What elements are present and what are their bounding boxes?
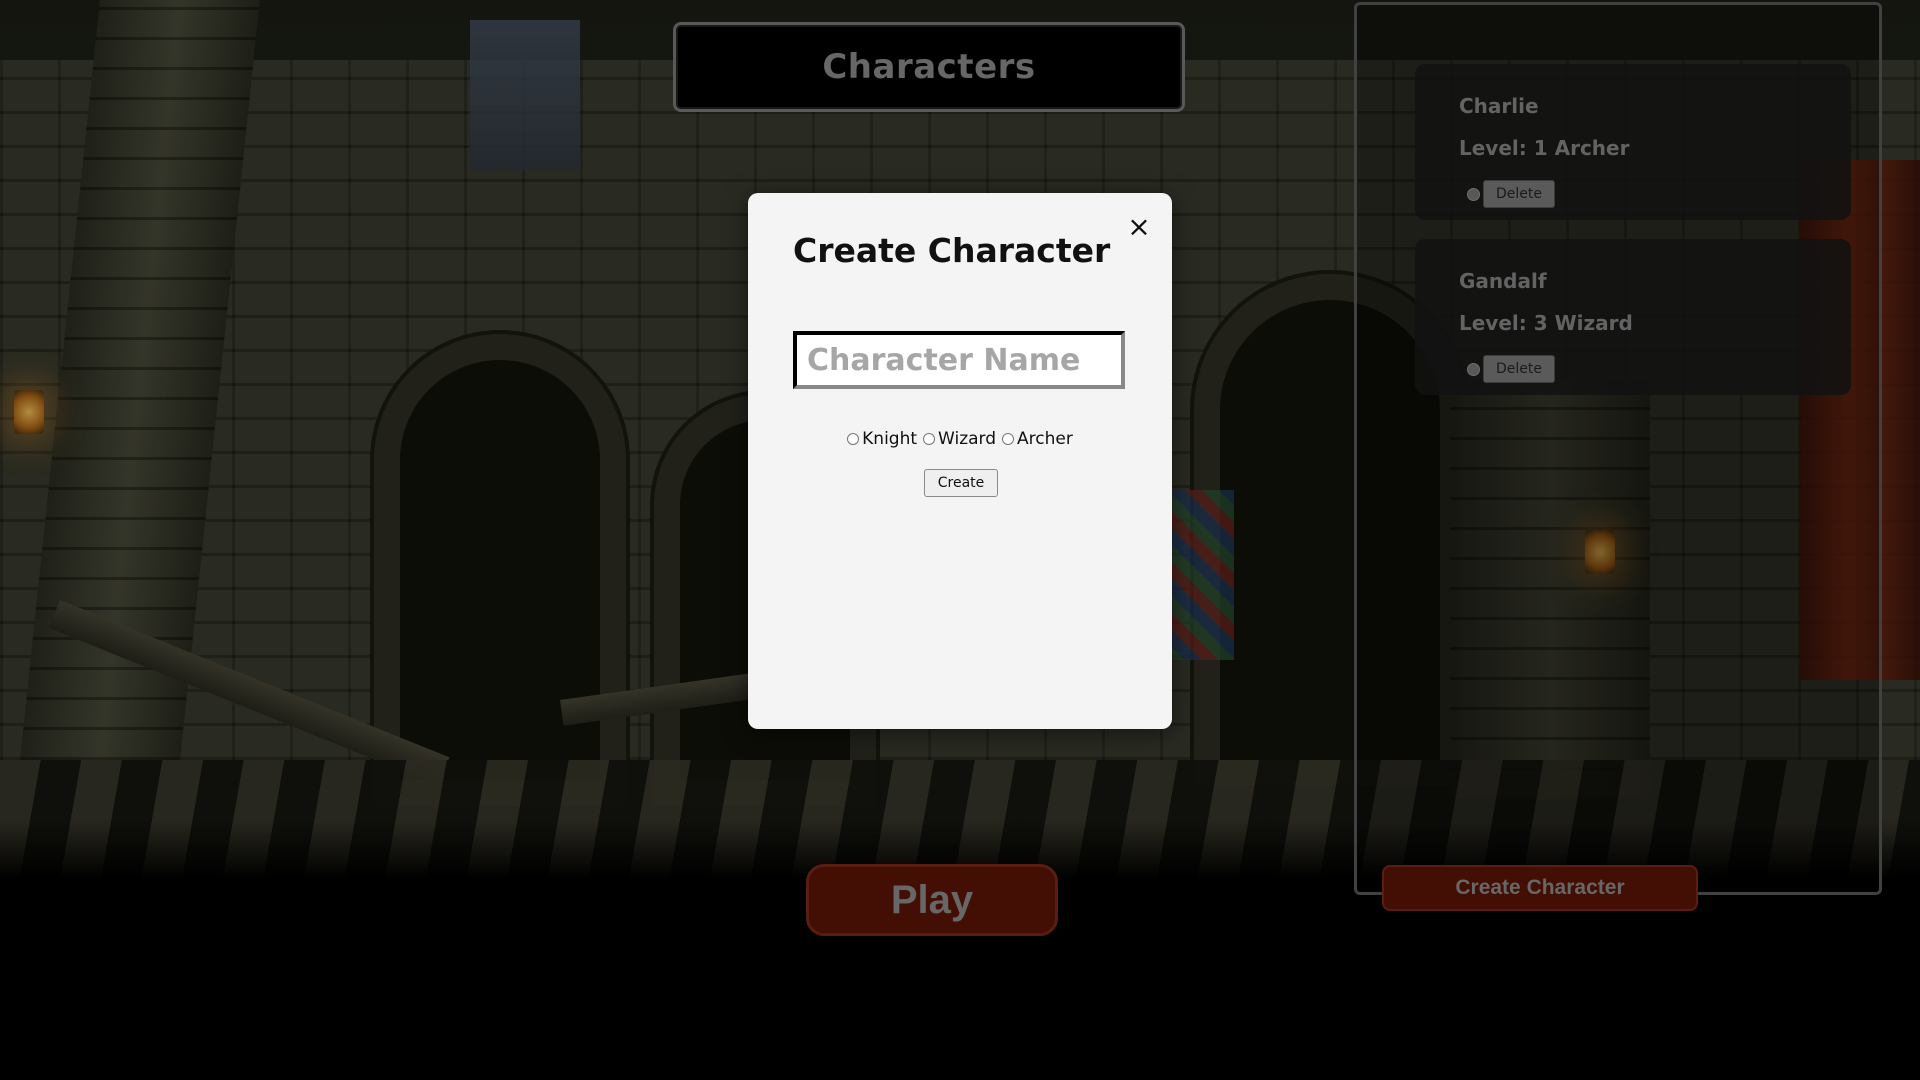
class-option-knight[interactable]: Knight (847, 429, 917, 449)
class-radio-group: Knight Wizard Archer (748, 429, 1172, 449)
modal-title: Create Character (793, 231, 1111, 270)
radio-button[interactable] (1002, 433, 1015, 445)
create-character-modal: Create Character × Knight Wizard Archer … (748, 193, 1172, 729)
create-button[interactable]: Create (924, 469, 998, 497)
radio-button[interactable] (847, 433, 860, 445)
close-icon[interactable]: × (1125, 213, 1153, 241)
class-option-label: Wizard (938, 429, 997, 449)
radio-button[interactable] (923, 433, 936, 445)
class-option-label: Knight (862, 429, 918, 449)
class-option-wizard[interactable]: Wizard (923, 429, 996, 449)
class-option-label: Archer (1017, 429, 1073, 449)
character-name-input[interactable] (793, 331, 1125, 389)
class-option-archer[interactable]: Archer (1002, 429, 1073, 449)
